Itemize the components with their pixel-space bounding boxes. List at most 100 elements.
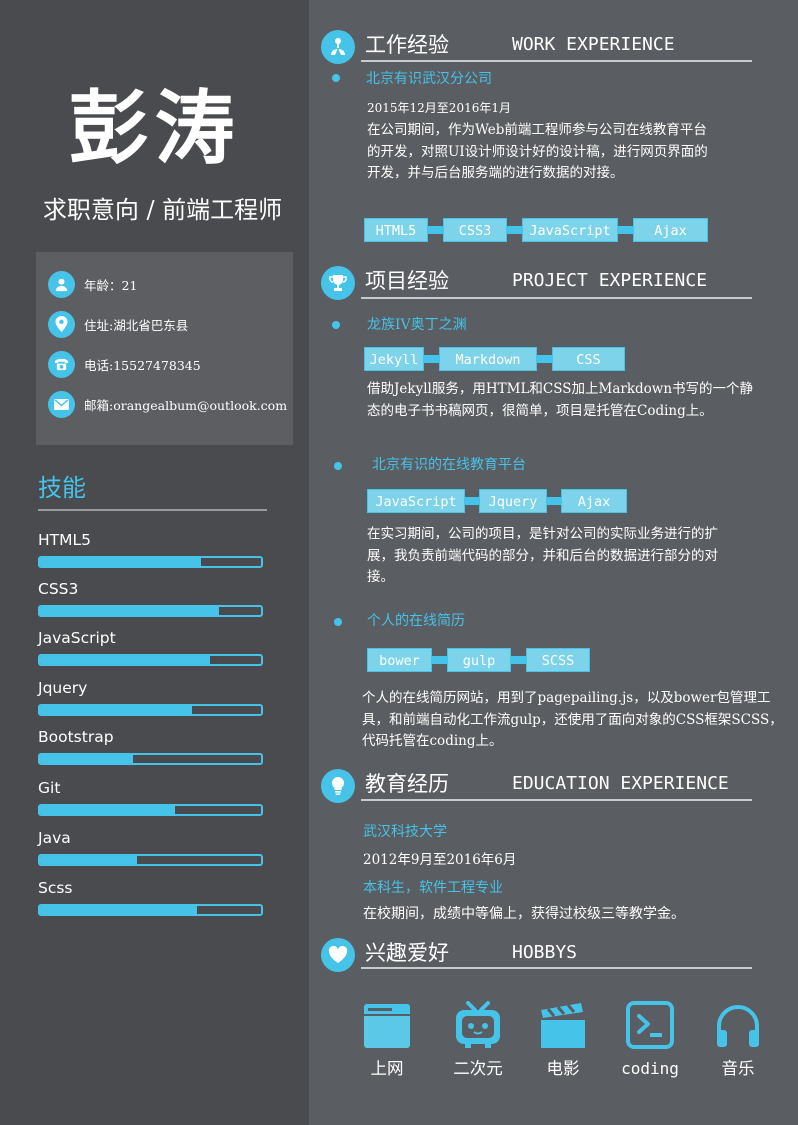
- bullet-dot: [334, 618, 342, 626]
- project-description: 在实习期间，公司的项目，是针对公司的实际业务进行的扩展，我负责前端代码的部分，并…: [367, 526, 718, 585]
- skill-progress-fill: [40, 558, 202, 566]
- project-description: 个人的在线简历网站，用到了pagepailing.js，以及bower包管理工具…: [362, 690, 783, 749]
- skill-item: Jquery: [38, 678, 263, 716]
- skills-heading: 技能: [38, 474, 86, 502]
- work-section-icon: [321, 30, 355, 64]
- location-pin-icon: [48, 310, 75, 338]
- skill-item: Bootstrap: [38, 727, 263, 765]
- education-title-en: EDUCATION EXPERIENCE: [512, 773, 729, 794]
- project-name: 个人的在线简历: [367, 613, 465, 629]
- skill-progress-bar: [38, 605, 263, 617]
- education-major: 本科生，软件工程专业: [363, 880, 503, 896]
- skill-name: Git: [38, 779, 61, 797]
- hobby-item-music: 音乐: [703, 1000, 773, 1080]
- contact-info-panel: 年龄：21 住址:湖北省巴东县 电话:15527478345 邮箱:orange…: [36, 252, 293, 445]
- age-row: 年龄：21: [48, 270, 137, 298]
- hobby-divider: [361, 967, 752, 969]
- phone-row: 电话:15527478345: [48, 350, 201, 378]
- skill-tag: SCSS: [526, 648, 590, 672]
- work-description: 在公司期间，作为Web前端工程师参与公司在线教育平台的开发，对照UI设计师设计好…: [367, 122, 708, 181]
- skill-progress-bar: [38, 854, 263, 866]
- skill-tag: Ajax: [561, 489, 627, 513]
- work-period: 2015年12月至2016年1月: [367, 101, 511, 115]
- work-divider: [361, 60, 752, 62]
- skill-name: Bootstrap: [38, 728, 114, 746]
- skill-progress-bar: [38, 904, 263, 916]
- hobby-item-movie: 电影: [528, 1000, 598, 1080]
- work-company: 北京有识武汉分公司: [366, 71, 492, 87]
- address-row: 住址:湖北省巴东县: [48, 310, 188, 338]
- skill-name: JavaScript: [38, 629, 116, 647]
- project-name: 龙族IV奥丁之渊: [367, 317, 467, 333]
- bullet-dot: [332, 74, 340, 82]
- age-text: 年龄：21: [84, 277, 138, 293]
- hobby-section-icon: [321, 938, 355, 972]
- education-description: 在校期间，成绩中等偏上，获得过校级三等教学金。: [363, 906, 685, 922]
- skill-progress-fill: [40, 856, 138, 864]
- skill-item: Git: [38, 778, 263, 816]
- skill-progress-fill: [40, 755, 133, 763]
- main-content: 工作经验 WORK EXPERIENCE 北京有识武汉分公司 2015年12月至…: [309, 0, 798, 1125]
- skill-item: Scss: [38, 878, 263, 916]
- skill-progress-bar: [38, 654, 263, 666]
- sidebar: 彭涛 求职意向 / 前端工程师 年龄：21 住址:湖北省巴东县 电话:15527…: [0, 0, 309, 1125]
- hobby-item-anime: 二次元: [443, 1000, 513, 1080]
- work-title-en: WORK EXPERIENCE: [512, 34, 675, 55]
- skill-item: HTML5: [38, 530, 263, 568]
- skill-progress-bar: [38, 556, 263, 568]
- trophy-icon: [329, 275, 347, 291]
- project-description: 借助Jekyll服务，用HTML和CSS加上Markdown书写的一个静态的电子…: [367, 381, 754, 419]
- hobby-label: 上网: [370, 1059, 404, 1078]
- skill-tag: CSS: [552, 347, 625, 371]
- lightbulb-icon: [331, 776, 345, 795]
- project-title-cn: 项目经验: [365, 269, 449, 293]
- project-name: 北京有识的在线教育平台: [372, 457, 526, 473]
- skill-tag: JavaScript: [522, 218, 618, 242]
- job-intent: 求职意向 / 前端工程师: [42, 196, 283, 224]
- org-chart-icon: [331, 38, 345, 55]
- phone-text: 电话:15527478345: [84, 357, 201, 373]
- project-tags: JavaScript Jquery Ajax: [367, 489, 627, 513]
- hobby-label: 音乐: [721, 1059, 755, 1078]
- skill-progress-fill: [40, 607, 219, 615]
- email-text[interactable]: 邮箱:orangealbum@outlook.com: [84, 395, 287, 414]
- skill-progress-fill: [40, 806, 175, 814]
- phone-icon: [48, 350, 75, 378]
- skill-progress-fill: [40, 906, 197, 914]
- hobby-item-internet: 上网: [352, 1000, 422, 1080]
- bullet-dot: [334, 462, 342, 470]
- headphones-icon: [717, 1005, 759, 1047]
- skill-tag: gulp: [447, 648, 511, 672]
- hobby-label: coding: [621, 1059, 679, 1078]
- education-divider: [361, 799, 752, 801]
- skill-progress-bar: [38, 804, 263, 816]
- education-section-icon: [321, 769, 355, 803]
- heart-icon: [328, 946, 348, 963]
- skill-progress-bar: [38, 704, 263, 716]
- bilibili-tv-icon: [456, 1001, 500, 1048]
- project-section-icon: [321, 266, 355, 300]
- skill-name: Java: [38, 829, 71, 847]
- user-icon: [48, 270, 75, 298]
- browser-icon: [364, 1004, 410, 1048]
- skill-tag: CSS3: [443, 218, 507, 242]
- address-text: 住址:湖北省巴东县: [84, 317, 189, 333]
- skill-tag: Ajax: [633, 218, 708, 242]
- skill-tag: HTML5: [364, 218, 428, 242]
- skill-tag: Jekyll: [364, 347, 424, 371]
- envelope-icon: [48, 390, 75, 418]
- skill-item: CSS3: [38, 579, 263, 617]
- skill-tag: Jquery: [479, 489, 547, 513]
- skills-divider: [38, 509, 267, 511]
- hobby-label: 二次元: [453, 1059, 503, 1078]
- email-row: 邮箱:orangealbum@outlook.com: [48, 390, 287, 418]
- clapperboard-icon: [541, 1003, 585, 1048]
- project-tags: bower gulp SCSS: [367, 648, 590, 672]
- education-period: 2012年9月至2016年6月: [363, 852, 517, 868]
- skill-progress-fill: [40, 706, 193, 714]
- skill-tag: bower: [367, 648, 432, 672]
- bullet-dot: [332, 321, 340, 329]
- skill-progress-fill: [40, 656, 211, 664]
- project-title-en: PROJECT EXPERIENCE: [512, 270, 708, 291]
- terminal-icon: [626, 1001, 674, 1049]
